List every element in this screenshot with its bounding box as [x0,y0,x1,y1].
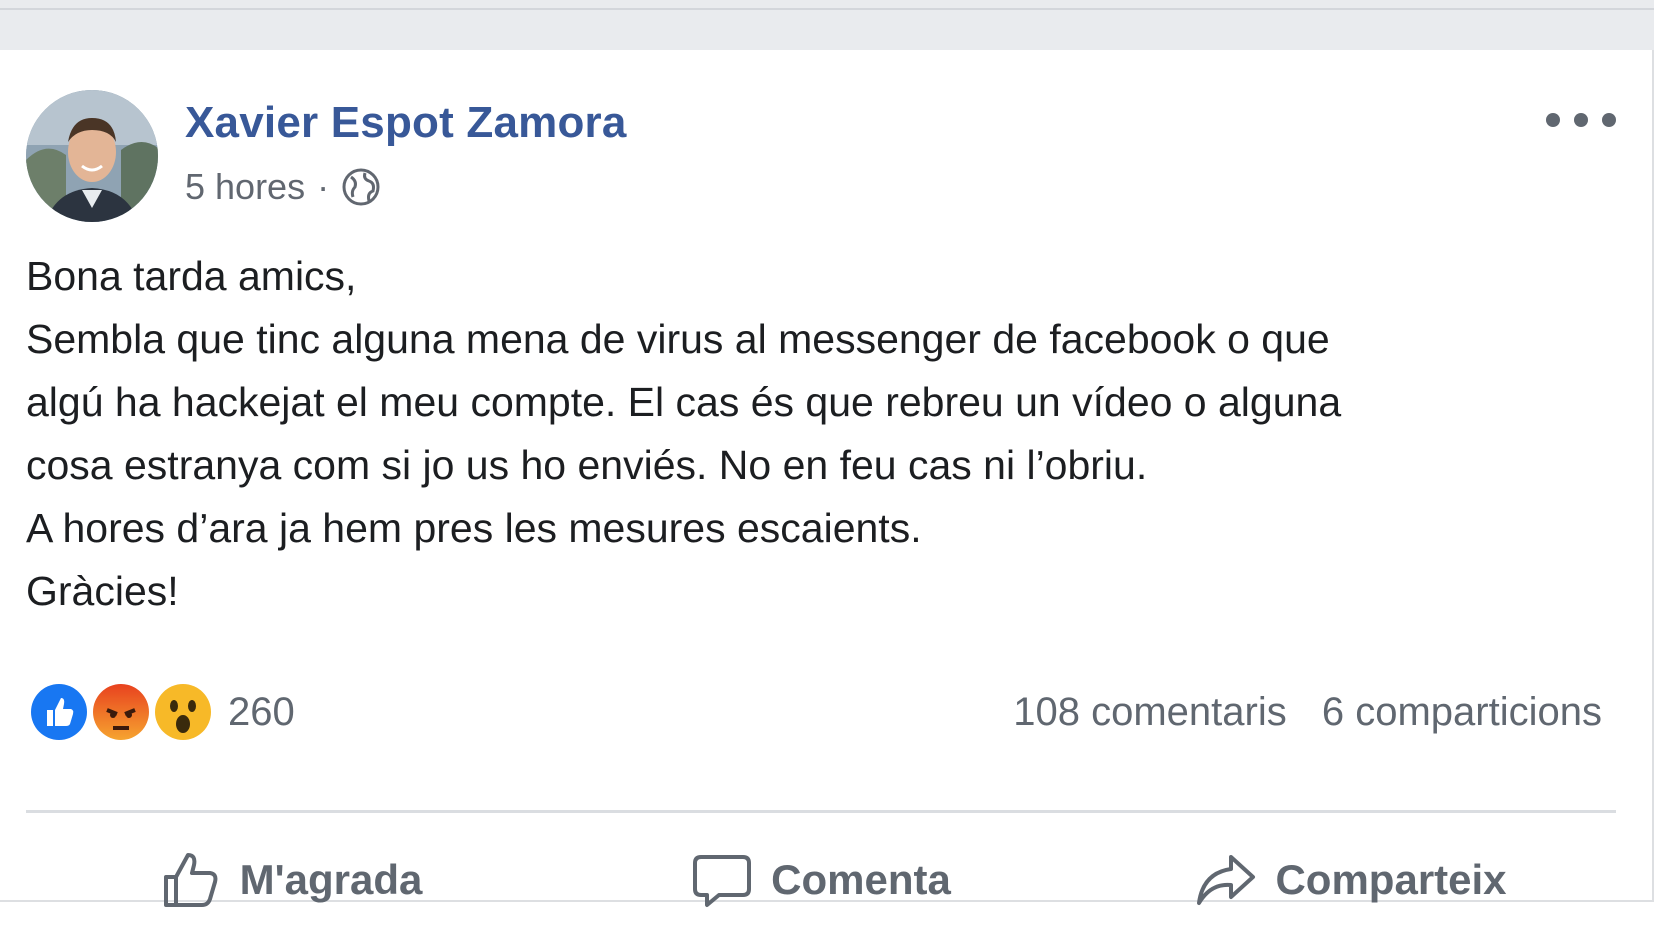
reactions-summary[interactable]: 260 [26,679,295,745]
share-button[interactable]: Comparteix [1086,825,1616,935]
avatar-photo [26,90,158,222]
actions-divider [26,810,1616,813]
angry-reaction-icon[interactable] [88,679,154,745]
post-text-line: algú ha hackejat el meu compte. El cas é… [26,379,1342,425]
post-meta: 5 hores · [185,166,381,208]
avatar[interactable] [26,90,158,222]
author-name[interactable]: Xavier Espot Zamora [185,98,627,148]
more-dot [1574,113,1588,127]
post-actions: M'agrada Comenta Comparteix [26,825,1616,935]
comment-button-label: Comenta [771,856,951,903]
post-card: Xavier Espot Zamora 5 hores · Bona tarda… [0,50,1654,907]
share-button-label: Comparteix [1275,856,1507,903]
post-body: Bona tarda amics, Sembla que tinc alguna… [26,245,1606,623]
like-button-label: M'agrada [239,856,423,903]
thumbs-up-icon [163,853,218,907]
meta-separator: · [317,166,330,207]
more-dot [1546,113,1560,127]
post-text-line: A hores d’ara ja hem pres les mesures es… [26,505,922,551]
post-text-line: Sembla que tinc alguna mena de virus al … [26,316,1330,362]
reaction-count[interactable]: 260 [228,690,295,735]
engagement-stats: 108 comentaris 6 comparticions [989,690,1602,735]
globe-icon[interactable] [341,167,381,207]
comments-count-link[interactable]: 108 comentaris [1013,690,1286,734]
like-reaction-icon[interactable] [26,679,92,745]
comment-bubble-icon [693,855,752,907]
more-dot [1602,113,1616,127]
post-text-line: cosa estranya com si jo us ho enviés. No… [26,442,1148,488]
post-text-line: Bona tarda amics, [26,253,357,299]
shares-count-link[interactable]: 6 comparticions [1322,690,1602,734]
like-button[interactable]: M'agrada [26,825,556,935]
comment-button[interactable]: Comenta [556,825,1086,935]
share-arrow-icon [1197,855,1256,905]
post-timestamp[interactable]: 5 hores [185,166,305,208]
wow-reaction-icon[interactable] [150,679,216,745]
feed-divider-line [0,8,1654,10]
feed-background-strip [0,0,1654,52]
more-options-icon[interactable] [1546,100,1616,140]
post-text-line: Gràcies! [26,568,179,614]
